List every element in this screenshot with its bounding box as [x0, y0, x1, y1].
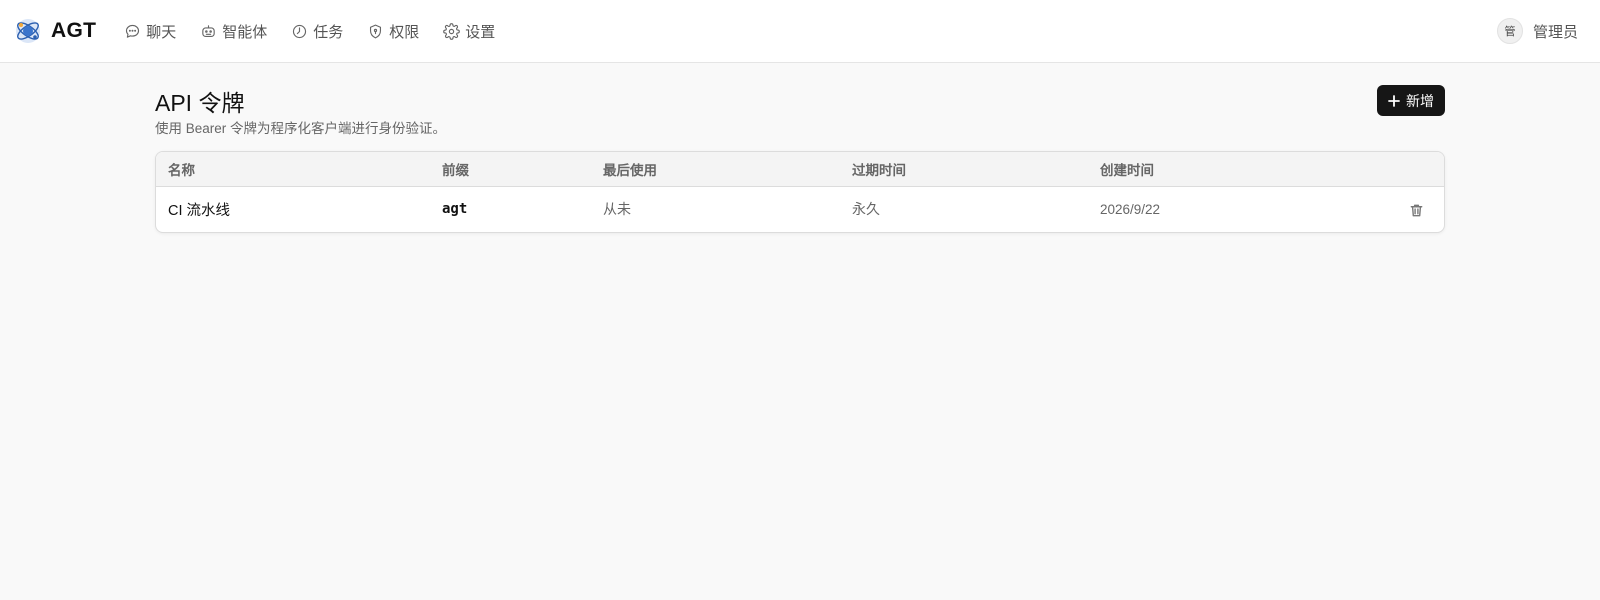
gear-icon	[443, 22, 461, 40]
nav-label: 智能体	[222, 23, 268, 41]
token-prefix: agt	[442, 201, 468, 218]
top-navbar: AGT 聊天 智能体 任务 权限 设置 管 管理员	[0, 0, 1600, 63]
row-actions	[1348, 186, 1444, 232]
table-row: CI 流水线 agt 从未 永久 2026/9/22	[156, 186, 1444, 232]
column-header-created: 创建时间	[1100, 162, 1154, 178]
nav-item-chat[interactable]: 聊天	[124, 21, 176, 42]
main-nav: 聊天 智能体 任务 权限 设置	[124, 21, 495, 42]
nav-label: 聊天	[146, 23, 177, 41]
token-created: 2026/9/22	[1100, 201, 1161, 217]
tokens-table: 名称 前缀 最后使用 过期时间 创建时间 CI 流水线 agt 从未 永久 20…	[155, 151, 1445, 233]
column-header-last-used: 最后使用	[603, 162, 657, 178]
column-header-prefix: 前缀	[442, 162, 469, 178]
logo-icon	[16, 19, 40, 43]
avatar: 管	[1496, 18, 1523, 44]
nav-label: 设置	[465, 23, 496, 41]
nav-label: 权限	[389, 23, 420, 41]
chat-icon	[126, 24, 140, 38]
user-menu[interactable]: 管 管理员	[1496, 0, 1578, 62]
nav-item-tasks[interactable]: 任务	[291, 21, 343, 42]
brand[interactable]: AGT	[14, 17, 96, 45]
column-header-expires: 过期时间	[852, 162, 906, 178]
column-header-name: 名称	[168, 162, 195, 178]
column-header-actions	[1348, 152, 1444, 186]
nav-label: 任务	[313, 23, 344, 41]
token-last-used: 从未	[603, 201, 631, 218]
nav-item-settings[interactable]: 设置	[443, 21, 495, 42]
table-header: 名称 前缀 最后使用 过期时间 创建时间	[156, 152, 1444, 186]
add-token-button[interactable]: 新增	[1377, 85, 1445, 116]
shield-icon	[370, 24, 382, 38]
token-expires: 永久	[852, 201, 880, 218]
page-title: API 令牌	[155, 90, 245, 116]
nav-item-agents[interactable]: 智能体	[200, 21, 267, 42]
robot-icon	[202, 24, 215, 37]
app-name: AGT	[51, 19, 97, 42]
token-name: CI 流水线	[168, 202, 231, 219]
page-subtitle: 使用 Bearer 令牌为程序化客户端进行身份验证。	[155, 121, 447, 136]
page-header: API 令牌 使用 Bearer 令牌为程序化客户端进行身份验证。 新增	[155, 63, 1445, 151]
plus-icon	[1388, 94, 1400, 107]
main-content: API 令牌 使用 Bearer 令牌为程序化客户端进行身份验证。 新增 名称 …	[155, 63, 1445, 233]
add-button-label: 新增	[1406, 92, 1434, 109]
clock-icon	[293, 24, 307, 38]
nav-item-permissions[interactable]: 权限	[367, 21, 419, 42]
trash-icon[interactable]	[1409, 203, 1424, 218]
user-name: 管理员	[1532, 23, 1578, 41]
